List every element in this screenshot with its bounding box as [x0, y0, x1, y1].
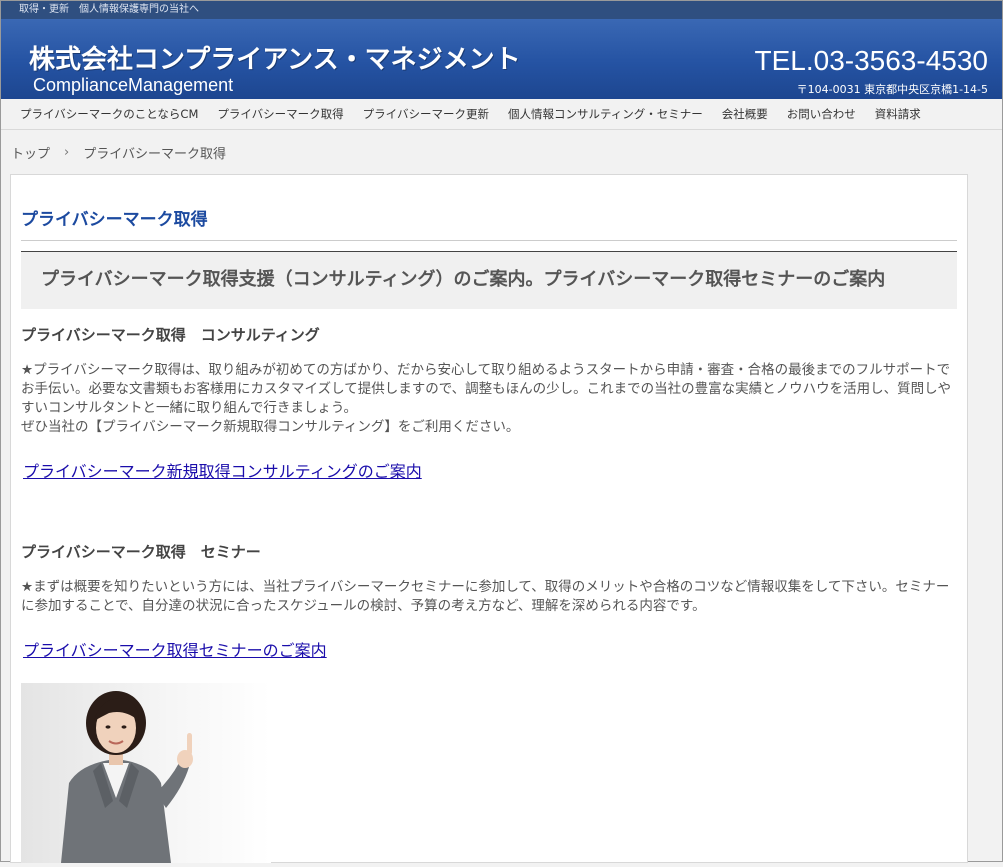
company-logo-subtitle[interactable]: ComplianceManagement — [33, 75, 233, 96]
main-content: プライバシーマーク取得 プライバシーマーク取得支援（コンサルティング）のご案内。… — [10, 174, 968, 863]
consulting-guide-link[interactable]: プライバシーマーク新規取得コンサルティングのご案内 — [23, 458, 422, 482]
page-title: プライバシーマーク取得 — [21, 210, 208, 230]
seminar-guide-link[interactable]: プライバシーマーク取得セミナーのご案内 — [23, 637, 327, 661]
businesswoman-pointing-image — [61, 691, 193, 863]
breadcrumb-home[interactable]: トップ — [11, 143, 50, 162]
nav-item-contact[interactable]: お問い合わせ — [787, 106, 856, 122]
seminar-description: ★まずは概要を知りたいという方には、当社プライバシーマークセミナーに参加して、取… — [21, 579, 950, 614]
breadcrumb-current: プライバシーマーク取得 — [83, 146, 226, 162]
breadcrumb-separator: › — [64, 144, 70, 160]
section-heading-box: プライバシーマーク取得支援（コンサルティング）のご案内。プライバシーマーク取得セ… — [21, 251, 957, 309]
nav-item-privacy-mark-cm[interactable]: プライバシーマークのことならCM — [20, 106, 198, 122]
company-logo-title[interactable]: 株式会社コンプライアンス・マネジメント — [29, 39, 521, 76]
nav-item-documents[interactable]: 資料請求 — [875, 106, 921, 122]
consulting-heading: プライバシーマーク取得 コンサルティング — [21, 326, 320, 344]
nav-item-acquisition[interactable]: プライバシーマーク取得 — [217, 106, 343, 122]
consulting-cta-text: ぜひ当社の【プライバシーマーク新規取得コンサルティング】をご利用ください。 — [21, 419, 520, 435]
consultant-photo — [21, 683, 271, 863]
title-divider — [21, 240, 957, 241]
main-nav: プライバシーマークのことならCM プライバシーマーク取得 プライバシーマーク更新… — [1, 99, 1002, 130]
company-address: 〒104-0031 東京都中央区京橋1-14-5 — [796, 83, 988, 96]
nav-item-consulting-seminar[interactable]: 個人情報コンサルティング・セミナー — [508, 106, 703, 122]
nav-item-renewal[interactable]: プライバシーマーク更新 — [363, 106, 489, 122]
seminar-heading: プライバシーマーク取得 セミナー — [21, 543, 261, 561]
phone-number: TEL.03-3563-4530 — [754, 45, 988, 76]
nav-item-company[interactable]: 会社概要 — [722, 106, 768, 122]
breadcrumb: トップ › プライバシーマーク取得 — [1, 130, 1002, 174]
top-tagline: 取得・更新 個人情報保護専門の当社へ — [1, 1, 1002, 19]
site-header: 株式会社コンプライアンス・マネジメント ComplianceManagement… — [1, 19, 1002, 99]
consulting-description: ★プライバシーマーク取得は、取り組みが初めての方ばかり、だから安心して取り組める… — [21, 362, 952, 416]
